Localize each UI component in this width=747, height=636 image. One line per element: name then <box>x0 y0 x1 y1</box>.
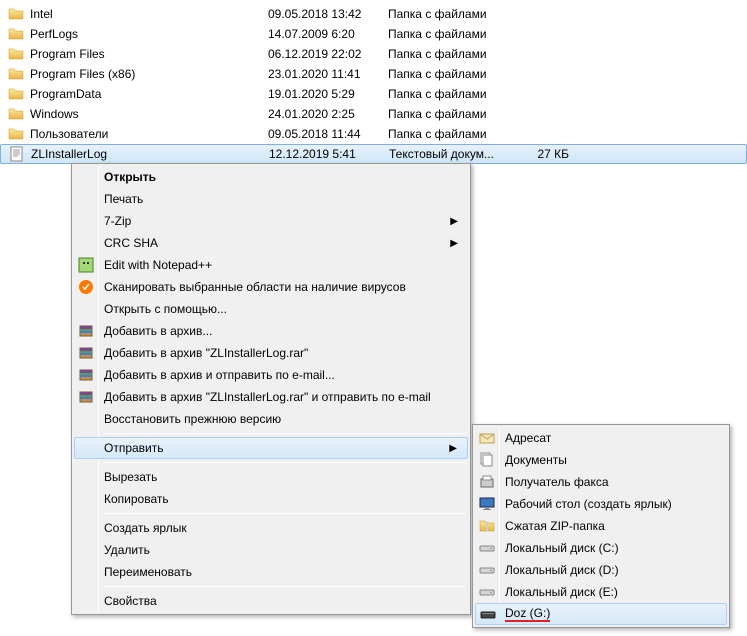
menu-separator <box>104 513 466 514</box>
sendto-disk-d[interactable]: Локальный диск (D:) <box>475 559 727 581</box>
menu-rar-email[interactable]: Добавить в архив и отправить по e-mail..… <box>74 364 468 386</box>
submenu-arrow-icon: ▶ <box>450 216 458 227</box>
winrar-icon <box>78 323 94 339</box>
menu-rar-named-email[interactable]: Добавить в архив "ZLInstallerLog.rar" и … <box>74 386 468 408</box>
file-date: 12.12.2019 5:41 <box>269 147 389 161</box>
menu-properties[interactable]: Свойства <box>74 590 468 612</box>
winrar-icon <box>78 367 94 383</box>
folder-icon <box>8 126 24 142</box>
file-type: Папка с файлами <box>388 127 528 141</box>
menu-rar-add-named[interactable]: Добавить в архив "ZLInstallerLog.rar" <box>74 342 468 364</box>
fax-icon <box>479 474 495 490</box>
file-row[interactable]: ProgramData 19.01.2020 5:29 Папка с файл… <box>0 84 747 104</box>
file-type: Папка с файлами <box>388 7 528 21</box>
menu-separator <box>104 586 466 587</box>
avast-icon <box>78 279 94 295</box>
file-name: Windows <box>30 107 79 121</box>
menu-print[interactable]: Печать <box>74 188 468 210</box>
file-type: Текстовый докум... <box>389 147 529 161</box>
file-row[interactable]: Intel 09.05.2018 13:42 Папка с файлами <box>0 4 747 24</box>
file-date: 19.01.2020 5:29 <box>268 87 388 101</box>
file-date: 06.12.2019 22:02 <box>268 47 388 61</box>
sendto-recipient[interactable]: Адресат <box>475 427 727 449</box>
file-row[interactable]: Program Files (x86) 23.01.2020 11:41 Пап… <box>0 64 747 84</box>
winrar-icon <box>78 345 94 361</box>
zip-folder-icon <box>479 518 495 534</box>
mail-icon <box>479 430 495 446</box>
folder-icon <box>8 46 24 62</box>
file-name: Program Files <box>30 47 105 61</box>
menu-copy[interactable]: Копировать <box>74 488 468 510</box>
file-row[interactable]: Windows 24.01.2020 2:25 Папка с файлами <box>0 104 747 124</box>
file-type: Папка с файлами <box>388 27 528 41</box>
menu-rename[interactable]: Переименовать <box>74 561 468 583</box>
drive-icon <box>479 562 495 578</box>
menu-create-shortcut[interactable]: Создать ярлык <box>74 517 468 539</box>
folder-icon <box>8 6 24 22</box>
file-name: Пользователи <box>30 127 108 141</box>
menu-open-with[interactable]: Открыть с помощью... <box>74 298 468 320</box>
file-type: Папка с файлами <box>388 67 528 81</box>
file-type: Папка с файлами <box>388 87 528 101</box>
file-name: ZLInstallerLog <box>31 147 107 161</box>
menu-delete[interactable]: Удалить <box>74 539 468 561</box>
file-row-selected[interactable]: ZLInstallerLog 12.12.2019 5:41 Текстовый… <box>0 144 747 164</box>
folder-icon <box>8 26 24 42</box>
file-row[interactable]: Program Files 06.12.2019 22:02 Папка с ф… <box>0 44 747 64</box>
file-row[interactable]: PerfLogs 14.07.2009 6:20 Папка с файлами <box>0 24 747 44</box>
menu-separator <box>104 433 466 434</box>
file-name: Program Files (x86) <box>30 67 135 81</box>
documents-icon <box>479 452 495 468</box>
menu-separator <box>104 462 466 463</box>
folder-icon <box>8 66 24 82</box>
context-menu: Открыть Печать 7-Zip▶ CRC SHA▶ Edit with… <box>71 163 471 615</box>
desktop-icon <box>479 496 495 512</box>
file-size: 27 КБ <box>529 147 569 161</box>
submenu-arrow-icon: ▶ <box>449 443 457 454</box>
drive-icon <box>479 540 495 556</box>
menu-avast-scan[interactable]: Сканировать выбранные области на наличие… <box>74 276 468 298</box>
file-date: 23.01.2020 11:41 <box>268 67 388 81</box>
send-to-submenu: Адресат Документы Получатель факса Рабоч… <box>472 424 730 628</box>
menu-notepadpp[interactable]: Edit with Notepad++ <box>74 254 468 276</box>
sendto-disk-c[interactable]: Локальный диск (C:) <box>475 537 727 559</box>
file-type: Папка с файлами <box>388 107 528 121</box>
sendto-fax[interactable]: Получатель факса <box>475 471 727 493</box>
menu-send-to[interactable]: Отправить▶ <box>74 437 468 459</box>
folder-icon <box>8 106 24 122</box>
menu-open[interactable]: Открыть <box>74 166 468 188</box>
text-file-icon <box>9 146 25 162</box>
menu-crc-sha[interactable]: CRC SHA▶ <box>74 232 468 254</box>
file-date: 09.05.2018 11:44 <box>268 127 388 141</box>
notepadpp-icon <box>78 257 94 273</box>
sendto-desktop[interactable]: Рабочий стол (создать ярлык) <box>475 493 727 515</box>
file-date: 09.05.2018 13:42 <box>268 7 388 21</box>
file-name: ProgramData <box>30 87 101 101</box>
sendto-documents[interactable]: Документы <box>475 449 727 471</box>
sendto-disk-g[interactable]: Doz (G:) <box>475 603 727 625</box>
file-name: PerfLogs <box>30 27 78 41</box>
drive-icon <box>479 584 495 600</box>
file-name: Intel <box>30 7 53 21</box>
menu-7zip[interactable]: 7-Zip▶ <box>74 210 468 232</box>
drive-external-icon <box>480 606 496 622</box>
file-date: 14.07.2009 6:20 <box>268 27 388 41</box>
sendto-disk-e[interactable]: Локальный диск (E:) <box>475 581 727 603</box>
sendto-zip[interactable]: Сжатая ZIP-папка <box>475 515 727 537</box>
file-row[interactable]: Пользователи 09.05.2018 11:44 Папка с фа… <box>0 124 747 144</box>
winrar-icon <box>78 389 94 405</box>
file-date: 24.01.2020 2:25 <box>268 107 388 121</box>
folder-icon <box>8 86 24 102</box>
file-type: Папка с файлами <box>388 47 528 61</box>
file-list: Intel 09.05.2018 13:42 Папка с файлами P… <box>0 0 747 164</box>
menu-restore-version[interactable]: Восстановить прежнюю версию <box>74 408 468 430</box>
menu-rar-add[interactable]: Добавить в архив... <box>74 320 468 342</box>
submenu-arrow-icon: ▶ <box>450 238 458 249</box>
menu-cut[interactable]: Вырезать <box>74 466 468 488</box>
